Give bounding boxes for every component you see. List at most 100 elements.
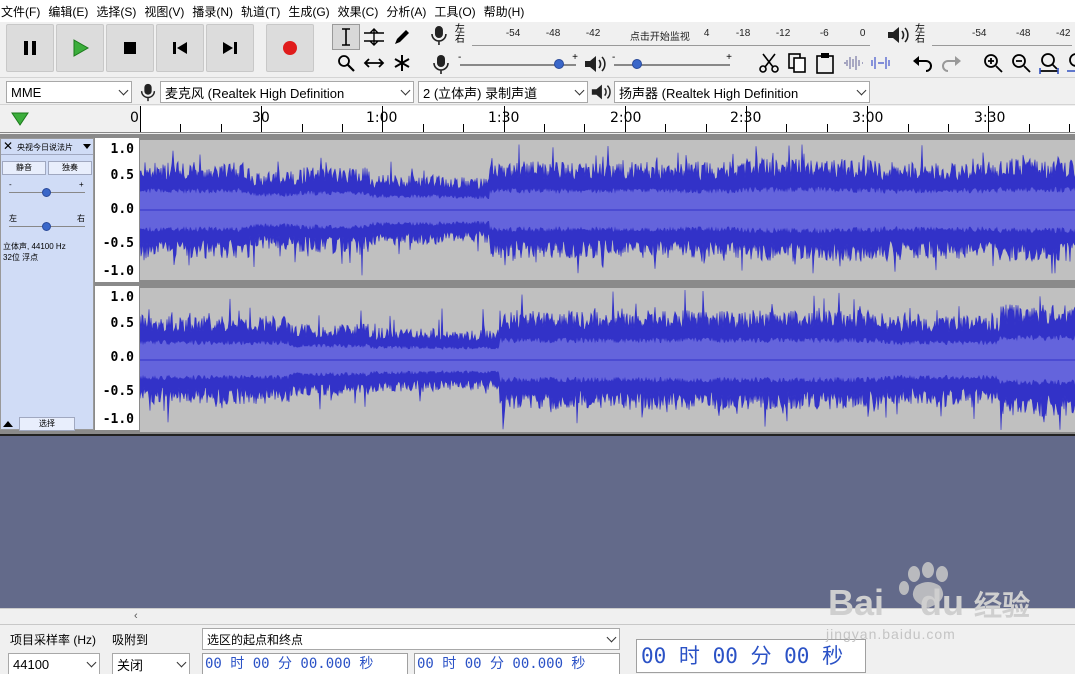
playback-volume-thumb[interactable] (632, 59, 642, 69)
fit-selection-button[interactable] (1036, 51, 1062, 75)
selection-start-time[interactable]: 00 时 00 分 00.000 秒 (202, 653, 408, 674)
gain-slider[interactable] (9, 183, 85, 203)
speaker-icon (888, 27, 909, 43)
empty-track-area[interactable] (0, 434, 1075, 608)
microphone-icon (140, 83, 156, 102)
menu-transport[interactable]: 播录(N) (191, 3, 240, 20)
input-device-select[interactable]: 麦克风 (Realtek High Definition (160, 81, 414, 103)
device-toolbar: MME 麦克风 (Realtek High Definition 2 (立体声)… (0, 79, 1075, 105)
playback-volume-slider[interactable]: - + (610, 52, 734, 76)
pause-button[interactable] (6, 24, 54, 72)
pan-slider[interactable] (9, 217, 85, 237)
snap-to-select[interactable]: 关闭 (112, 653, 190, 674)
track-menu-arrow-icon[interactable] (83, 144, 91, 149)
fit-project-button[interactable] (1064, 51, 1075, 75)
horizontal-scrollbar[interactable]: ‹ (0, 608, 1075, 624)
paste-button[interactable] (812, 51, 838, 75)
trim-button[interactable] (840, 51, 866, 75)
skip-to-end-button[interactable] (206, 24, 254, 72)
redo-button[interactable] (938, 51, 964, 75)
vruler-label: -1.0 (102, 264, 134, 279)
menu-edit[interactable]: 编辑(E) (47, 3, 95, 20)
playback-meter[interactable]: 左右 -54 -48 -42 (886, 22, 1075, 48)
stop-button[interactable] (106, 24, 154, 72)
undo-button[interactable] (910, 51, 936, 75)
menu-tools[interactable]: 工具(O) (433, 3, 482, 20)
menu-analyze[interactable]: 分析(A) (385, 3, 433, 20)
track-control-panel[interactable]: ✕ 央视今日说法片 静音 独奏 - + 左 右 立体声, 44100 Hz 32… (0, 138, 94, 431)
gain-thumb[interactable] (42, 188, 51, 197)
menu-select[interactable]: 选择(S) (95, 3, 143, 20)
scissors-icon (759, 53, 779, 73)
scale-label: 0 (859, 28, 866, 39)
undo-icon (913, 56, 932, 72)
scroll-left-icon[interactable]: ‹ (134, 610, 138, 622)
close-track-icon[interactable]: ✕ (3, 140, 13, 152)
project-rate-label: 项目采样率 (Hz) (10, 633, 96, 647)
select-track-button[interactable]: 选择 (19, 417, 75, 431)
record-volume-thumb[interactable] (554, 59, 564, 69)
selection-mode-select[interactable]: 选区的起点和终点 (202, 628, 620, 650)
skip-to-start-button[interactable] (156, 24, 204, 72)
timeshift-tool[interactable] (360, 50, 388, 76)
waveform-left-channel[interactable] (140, 140, 1075, 280)
menu-effect[interactable]: 效果(C) (337, 3, 386, 20)
track-name[interactable]: 央视今日说法片 (17, 142, 83, 153)
toolbar-area: 左右 -54 -48 -42 点击开始监视 4 -18 -12 -6 0 左右 … (0, 22, 1075, 78)
draw-tool[interactable] (388, 24, 416, 50)
multi-tool[interactable] (388, 50, 416, 76)
selection-mode-value: 选区的起点和终点 (207, 632, 304, 647)
audio-position-display[interactable]: 00 时 00 分 00 秒 (636, 639, 866, 673)
timeline-ruler[interactable]: 0 30 1:00 1:30 2:00 2:30 3:00 3:30 (0, 106, 1075, 133)
record-meter[interactable]: 左右 -54 -48 -42 点击开始监视 4 -18 -12 -6 0 (428, 22, 870, 48)
zoom-tool[interactable] (332, 50, 360, 76)
waveform-right-channel[interactable] (140, 288, 1075, 432)
scale-label: 4 (703, 28, 710, 39)
copy-button[interactable] (784, 51, 810, 75)
record-button[interactable] (266, 24, 314, 72)
pan-thumb[interactable] (42, 222, 51, 231)
menu-file[interactable]: 文件(F) (0, 3, 47, 20)
double-arrow-icon (363, 58, 385, 68)
channels-select[interactable]: 2 (立体声) 录制声道 (418, 81, 588, 103)
record-volume-slider[interactable]: - + (456, 52, 580, 76)
track-area: ✕ 央视今日说法片 静音 独奏 - + 左 右 立体声, 44100 Hz 32… (0, 134, 1075, 434)
menu-tracks[interactable]: 轨道(T) (240, 3, 287, 20)
scale-label: -48 (545, 28, 561, 39)
menu-help[interactable]: 帮助(H) (483, 3, 532, 20)
timeline-corner: 0 (0, 106, 140, 132)
output-device-select[interactable]: 扬声器 (Realtek High Definition (614, 81, 870, 103)
envelope-tool[interactable] (360, 24, 388, 50)
snap-to-label: 吸附到 (112, 633, 149, 647)
record-icon (283, 41, 297, 55)
timeline-label: 30 (252, 110, 270, 126)
zoom-in-button[interactable] (980, 51, 1006, 75)
slider-minus: - (458, 52, 462, 63)
menu-view[interactable]: 视图(V) (143, 3, 191, 20)
scale-label: -6 (819, 28, 829, 39)
vruler-label: 0.0 (110, 350, 134, 365)
monitor-hint[interactable]: 点击开始监视 (630, 28, 690, 43)
selection-end-time[interactable]: 00 时 00 分 00.000 秒 (414, 653, 620, 674)
mute-button[interactable]: 静音 (2, 161, 46, 175)
play-button[interactable] (56, 24, 104, 72)
menu-generate[interactable]: 生成(G) (287, 3, 336, 20)
cut-button[interactable] (756, 51, 782, 75)
zoom-out-button[interactable] (1008, 51, 1034, 75)
vertical-ruler-left[interactable]: 1.0 0.5 0.0 -0.5 -1.0 (95, 138, 139, 282)
audio-host-select[interactable]: MME (6, 81, 132, 103)
pinned-play-head-icon[interactable] (10, 110, 30, 128)
collapse-track-icon[interactable] (3, 421, 13, 427)
microphone-icon (433, 55, 449, 74)
waveform-left-svg (140, 140, 1075, 280)
selection-tool[interactable] (332, 24, 360, 50)
waveform-right-svg (140, 288, 1075, 432)
vruler-label: 1.0 (110, 142, 134, 157)
solo-button[interactable]: 独奏 (48, 161, 92, 175)
timeline-label: 3:30 (974, 110, 1006, 126)
project-rate-select[interactable]: 44100 (8, 653, 100, 674)
silence-button[interactable] (868, 51, 894, 75)
vertical-ruler-right[interactable]: 1.0 0.5 0.0 -0.5 -1.0 (95, 286, 139, 430)
magnifier-icon (338, 55, 355, 72)
timeline-label: 3:00 (852, 110, 884, 126)
